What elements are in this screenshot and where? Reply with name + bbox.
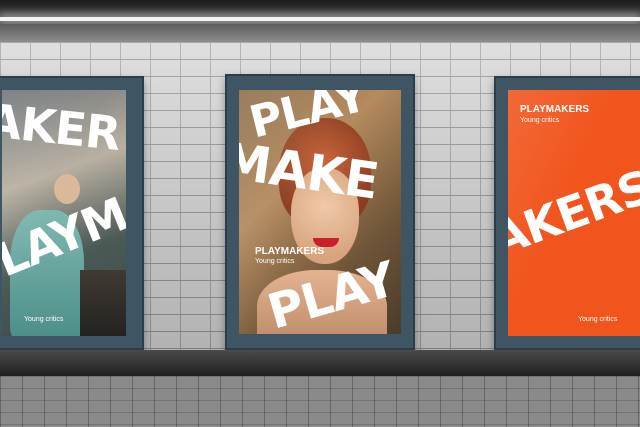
poster-right: PLAYMAKERS Young critics AKERS Young cri… (508, 90, 640, 336)
poster-center-brand: PLAYMAKERS (255, 246, 325, 257)
baseboard (0, 350, 640, 376)
poster-right-tagline-bottom: Young critics (578, 316, 618, 323)
poster-center-tagline: Young critics (255, 258, 295, 265)
poster-frame-right: PLAYMAKERS Young critics AKERS Young cri… (494, 76, 640, 350)
ceiling-light-strip (0, 17, 640, 21)
ceiling-trim (0, 24, 640, 42)
crowd-background (80, 270, 126, 336)
platform-floor (0, 376, 640, 427)
poster-frame-center: PLAY MAKE PLAYMAKERS Young critics PLAY (225, 74, 415, 350)
poster-left-big-text-1: AKER (2, 93, 123, 161)
poster-left-tagline: Young critics (24, 316, 64, 323)
poster-right-tagline: Young critics (520, 117, 560, 124)
poster-center: PLAY MAKE PLAYMAKERS Young critics PLAY (239, 90, 401, 334)
poster-frame-left: AKER LAYM Young critics (0, 76, 144, 350)
poster-right-brand: PLAYMAKERS (520, 104, 590, 115)
poster-right-big-text: AKERS (508, 159, 640, 267)
dancer-head (54, 174, 80, 204)
poster-left: AKER LAYM Young critics (2, 90, 126, 336)
subway-poster-scene: AKER LAYM Young critics PLAY MAKE PLAYMA… (0, 0, 640, 427)
